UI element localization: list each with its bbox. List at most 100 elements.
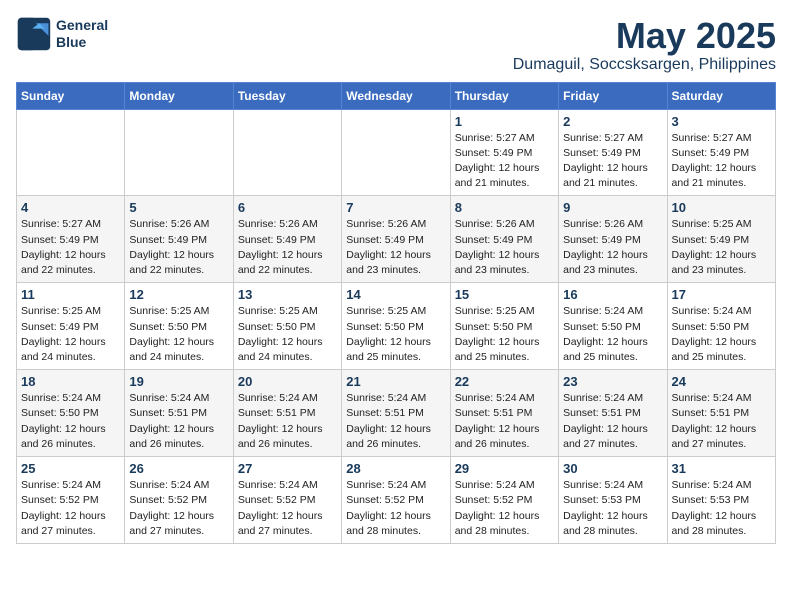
day-number: 23 xyxy=(563,374,662,389)
calendar-cell: 5 Sunrise: 5:26 AMSunset: 5:49 PMDaylight… xyxy=(125,196,233,283)
logo-text: General Blue xyxy=(56,17,108,51)
day-info: Sunrise: 5:27 AMSunset: 5:49 PMDaylight:… xyxy=(21,217,120,278)
calendar-cell: 22 Sunrise: 5:24 AMSunset: 5:51 PMDayligh… xyxy=(450,370,558,457)
day-number: 16 xyxy=(563,287,662,302)
calendar-week-row: 18 Sunrise: 5:24 AMSunset: 5:50 PMDayligh… xyxy=(17,370,776,457)
calendar-cell: 23 Sunrise: 5:24 AMSunset: 5:51 PMDayligh… xyxy=(559,370,667,457)
calendar-week-row: 4 Sunrise: 5:27 AMSunset: 5:49 PMDaylight… xyxy=(17,196,776,283)
day-info: Sunrise: 5:25 AMSunset: 5:50 PMDaylight:… xyxy=(238,304,337,365)
day-info: Sunrise: 5:27 AMSunset: 5:49 PMDaylight:… xyxy=(672,131,771,192)
day-info: Sunrise: 5:25 AMSunset: 5:50 PMDaylight:… xyxy=(129,304,228,365)
calendar-cell: 19 Sunrise: 5:24 AMSunset: 5:51 PMDayligh… xyxy=(125,370,233,457)
calendar-cell xyxy=(233,109,341,196)
day-number: 12 xyxy=(129,287,228,302)
calendar-week-row: 25 Sunrise: 5:24 AMSunset: 5:52 PMDayligh… xyxy=(17,457,776,544)
calendar-cell: 20 Sunrise: 5:24 AMSunset: 5:51 PMDayligh… xyxy=(233,370,341,457)
calendar-cell: 14Sunrise: 5:25 AMSunset: 5:50 PMDayligh… xyxy=(342,283,450,370)
day-info: Sunrise: 5:24 AMSunset: 5:53 PMDaylight:… xyxy=(672,478,771,539)
weekday-header-cell: Tuesday xyxy=(233,82,341,109)
day-info: Sunrise: 5:24 AMSunset: 5:52 PMDaylight:… xyxy=(346,478,445,539)
day-info: Sunrise: 5:24 AMSunset: 5:50 PMDaylight:… xyxy=(672,304,771,365)
weekday-header-cell: Friday xyxy=(559,82,667,109)
day-info: Sunrise: 5:25 AMSunset: 5:49 PMDaylight:… xyxy=(21,304,120,365)
day-number: 22 xyxy=(455,374,554,389)
logo-icon xyxy=(16,16,52,52)
weekday-header-cell: Sunday xyxy=(17,82,125,109)
day-number: 29 xyxy=(455,461,554,476)
calendar-cell: 7 Sunrise: 5:26 AMSunset: 5:49 PMDaylight… xyxy=(342,196,450,283)
calendar-cell xyxy=(17,109,125,196)
day-info: Sunrise: 5:24 AMSunset: 5:52 PMDaylight:… xyxy=(21,478,120,539)
calendar-body: 1 Sunrise: 5:27 AMSunset: 5:49 PMDaylight… xyxy=(17,109,776,543)
day-number: 25 xyxy=(21,461,120,476)
day-info: Sunrise: 5:27 AMSunset: 5:49 PMDaylight:… xyxy=(563,131,662,192)
calendar-table: SundayMondayTuesdayWednesdayThursdayFrid… xyxy=(16,82,776,544)
calendar-cell: 9 Sunrise: 5:26 AMSunset: 5:49 PMDaylight… xyxy=(559,196,667,283)
calendar-cell: 29 Sunrise: 5:24 AMSunset: 5:52 PMDayligh… xyxy=(450,457,558,544)
day-number: 30 xyxy=(563,461,662,476)
weekday-header-cell: Monday xyxy=(125,82,233,109)
day-info: Sunrise: 5:26 AMSunset: 5:49 PMDaylight:… xyxy=(129,217,228,278)
day-number: 5 xyxy=(129,200,228,215)
calendar-week-row: 11Sunrise: 5:25 AMSunset: 5:49 PMDayligh… xyxy=(17,283,776,370)
day-number: 1 xyxy=(455,114,554,129)
calendar-cell: 6 Sunrise: 5:26 AMSunset: 5:49 PMDaylight… xyxy=(233,196,341,283)
title-area: May 2025 Dumaguil, Soccsksargen, Philipp… xyxy=(513,16,776,74)
calendar-cell: 12 Sunrise: 5:25 AMSunset: 5:50 PMDayligh… xyxy=(125,283,233,370)
day-number: 20 xyxy=(238,374,337,389)
calendar-cell: 15 Sunrise: 5:25 AMSunset: 5:50 PMDayligh… xyxy=(450,283,558,370)
day-info: Sunrise: 5:24 AMSunset: 5:51 PMDaylight:… xyxy=(563,391,662,452)
day-number: 18 xyxy=(21,374,120,389)
day-info: Sunrise: 5:24 AMSunset: 5:50 PMDaylight:… xyxy=(21,391,120,452)
day-number: 15 xyxy=(455,287,554,302)
day-info: Sunrise: 5:24 AMSunset: 5:51 PMDaylight:… xyxy=(129,391,228,452)
day-number: 8 xyxy=(455,200,554,215)
day-number: 9 xyxy=(563,200,662,215)
day-number: 26 xyxy=(129,461,228,476)
weekday-header-cell: Thursday xyxy=(450,82,558,109)
day-number: 6 xyxy=(238,200,337,215)
calendar-cell: 11Sunrise: 5:25 AMSunset: 5:49 PMDayligh… xyxy=(17,283,125,370)
day-number: 21 xyxy=(346,374,445,389)
day-info: Sunrise: 5:26 AMSunset: 5:49 PMDaylight:… xyxy=(238,217,337,278)
day-info: Sunrise: 5:25 AMSunset: 5:50 PMDaylight:… xyxy=(455,304,554,365)
calendar-cell: 8Sunrise: 5:26 AMSunset: 5:49 PMDaylight… xyxy=(450,196,558,283)
calendar-cell: 27Sunrise: 5:24 AMSunset: 5:52 PMDayligh… xyxy=(233,457,341,544)
calendar-cell: 24 Sunrise: 5:24 AMSunset: 5:51 PMDayligh… xyxy=(667,370,775,457)
day-number: 17 xyxy=(672,287,771,302)
day-info: Sunrise: 5:25 AMSunset: 5:50 PMDaylight:… xyxy=(346,304,445,365)
weekday-header-cell: Wednesday xyxy=(342,82,450,109)
calendar-cell: 30 Sunrise: 5:24 AMSunset: 5:53 PMDayligh… xyxy=(559,457,667,544)
day-number: 2 xyxy=(563,114,662,129)
day-info: Sunrise: 5:24 AMSunset: 5:51 PMDaylight:… xyxy=(346,391,445,452)
day-number: 27 xyxy=(238,461,337,476)
calendar-cell: 2 Sunrise: 5:27 AMSunset: 5:49 PMDaylight… xyxy=(559,109,667,196)
calendar-cell: 26 Sunrise: 5:24 AMSunset: 5:52 PMDayligh… xyxy=(125,457,233,544)
day-info: Sunrise: 5:26 AMSunset: 5:49 PMDaylight:… xyxy=(346,217,445,278)
day-number: 4 xyxy=(21,200,120,215)
day-info: Sunrise: 5:24 AMSunset: 5:51 PMDaylight:… xyxy=(455,391,554,452)
day-number: 7 xyxy=(346,200,445,215)
day-info: Sunrise: 5:24 AMSunset: 5:52 PMDaylight:… xyxy=(129,478,228,539)
calendar-cell: 1 Sunrise: 5:27 AMSunset: 5:49 PMDaylight… xyxy=(450,109,558,196)
day-number: 19 xyxy=(129,374,228,389)
calendar-cell: 31 Sunrise: 5:24 AMSunset: 5:53 PMDayligh… xyxy=(667,457,775,544)
day-info: Sunrise: 5:24 AMSunset: 5:50 PMDaylight:… xyxy=(563,304,662,365)
month-title: May 2025 xyxy=(513,16,776,56)
day-info: Sunrise: 5:24 AMSunset: 5:51 PMDaylight:… xyxy=(238,391,337,452)
day-info: Sunrise: 5:26 AMSunset: 5:49 PMDaylight:… xyxy=(563,217,662,278)
day-number: 31 xyxy=(672,461,771,476)
day-info: Sunrise: 5:24 AMSunset: 5:52 PMDaylight:… xyxy=(455,478,554,539)
calendar-cell xyxy=(342,109,450,196)
day-number: 24 xyxy=(672,374,771,389)
calendar-cell: 16 Sunrise: 5:24 AMSunset: 5:50 PMDayligh… xyxy=(559,283,667,370)
day-info: Sunrise: 5:24 AMSunset: 5:53 PMDaylight:… xyxy=(563,478,662,539)
day-info: Sunrise: 5:27 AMSunset: 5:49 PMDaylight:… xyxy=(455,131,554,192)
calendar-cell: 10Sunrise: 5:25 AMSunset: 5:49 PMDayligh… xyxy=(667,196,775,283)
calendar-cell: 3 Sunrise: 5:27 AMSunset: 5:49 PMDaylight… xyxy=(667,109,775,196)
day-info: Sunrise: 5:24 AMSunset: 5:51 PMDaylight:… xyxy=(672,391,771,452)
calendar-week-row: 1 Sunrise: 5:27 AMSunset: 5:49 PMDaylight… xyxy=(17,109,776,196)
calendar-cell: 4 Sunrise: 5:27 AMSunset: 5:49 PMDaylight… xyxy=(17,196,125,283)
day-number: 3 xyxy=(672,114,771,129)
day-number: 10 xyxy=(672,200,771,215)
